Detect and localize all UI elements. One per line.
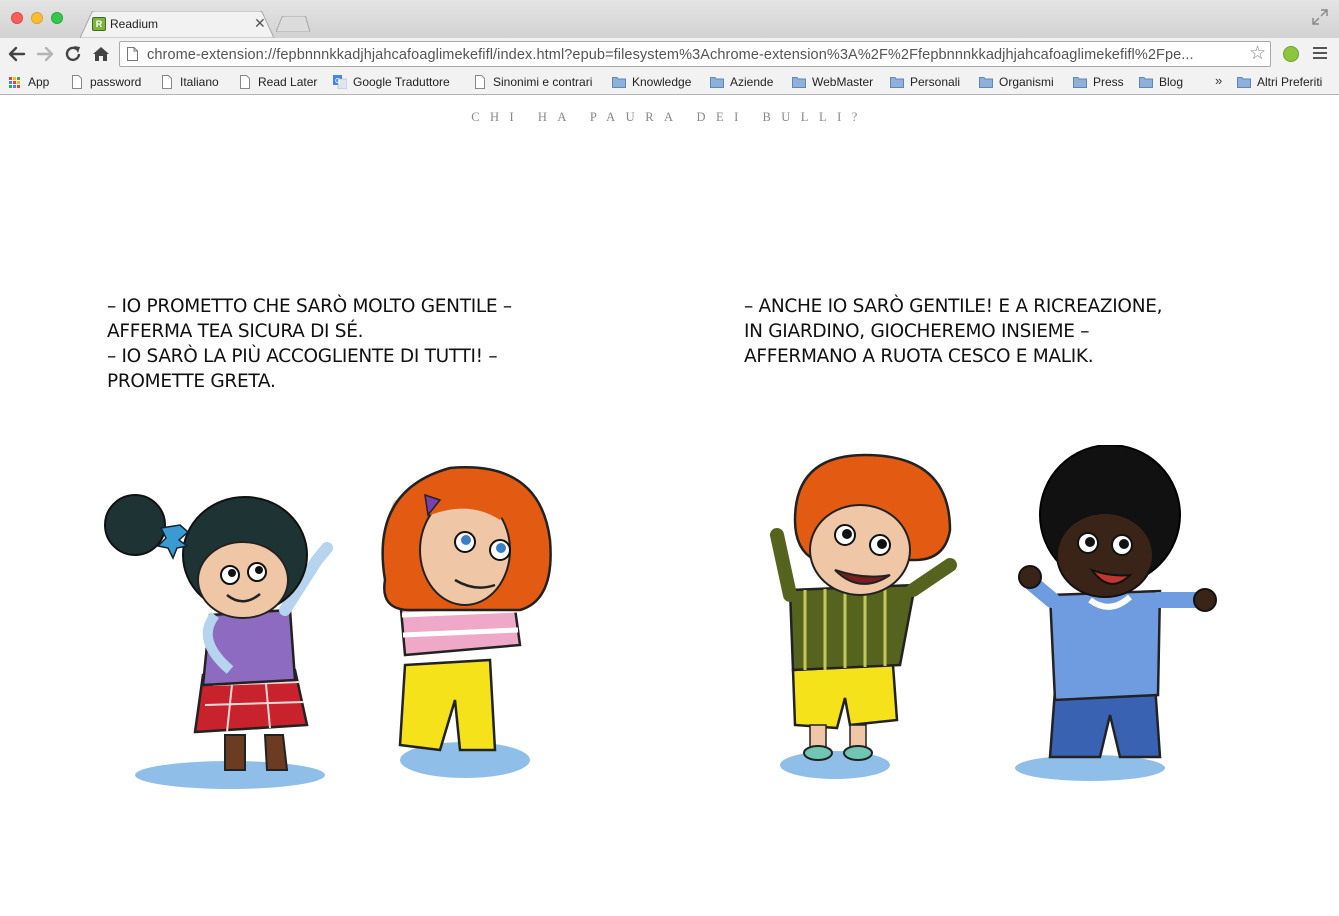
maximize-window-button[interactable]	[51, 12, 63, 24]
text-line: – IO SARÒ LA PIÙ ACCOGLIENTE DI TUTTI! –	[107, 346, 498, 367]
illustration-greta	[381, 466, 552, 778]
folder-icon	[792, 77, 806, 88]
menu-icon[interactable]	[1313, 47, 1327, 60]
bookmark-altri-preferiti[interactable]: Altri Preferiti	[1237, 74, 1322, 90]
page-icon	[240, 75, 250, 89]
page-icon	[162, 75, 172, 89]
bookmark-label: Press	[1093, 75, 1124, 89]
folder-icon	[1073, 77, 1087, 88]
bookmark-label: Personali	[910, 75, 961, 89]
folder-icon	[612, 77, 626, 88]
right-page-text: – ANCHE IO SARÒ GENTILE! E A RICREAZIONE…	[744, 294, 1264, 369]
google-translate-icon: G	[333, 75, 347, 89]
bookmark-organismi[interactable]: Organismi	[979, 74, 1054, 90]
bookmark-label: Sinonimi e contrari	[493, 75, 593, 89]
bookmark-personali[interactable]: Personali	[890, 74, 960, 90]
illustration-tea	[104, 494, 333, 789]
address-bar[interactable]: chrome-extension://fepbnnnkkadjhjahcafoa…	[119, 41, 1271, 67]
text-line: AFFERMANO A RUOTA CESCO E MALIK.	[744, 346, 1094, 367]
apps-grid-icon	[9, 76, 20, 88]
folder-icon	[890, 77, 904, 88]
bookmark-label: Altri Preferiti	[1257, 75, 1323, 89]
bookmark-sinonimi[interactable]: Sinonimi e contrari	[473, 74, 592, 90]
bookmark-label: WebMaster	[812, 75, 874, 89]
text-line: IN GIARDINO, GIOCHEREMO INSIEME –	[744, 321, 1090, 342]
bookmark-label: Knowledge	[632, 75, 692, 89]
left-page-text: – IO PROMETTO CHE SARÒ MOLTO GENTILE – A…	[107, 294, 667, 394]
tab-readium[interactable]: R Readium ✕	[80, 11, 274, 38]
fullscreen-icon[interactable]	[1312, 9, 1328, 25]
bookmarks-bar: App password Italiano Read Later G Googl…	[0, 70, 1339, 95]
bookmark-star-icon[interactable]: ☆	[1249, 43, 1266, 65]
illustration-cesco	[770, 453, 957, 779]
url-text[interactable]: chrome-extension://fepbnnnkkadjhjahcafoa…	[147, 47, 1242, 63]
minimize-window-button[interactable]	[31, 12, 43, 24]
bookmark-label: Blog	[1159, 75, 1184, 89]
bookmark-label: App	[28, 75, 50, 89]
home-icon[interactable]	[91, 44, 111, 64]
text-line: PROMETTE GRETA.	[107, 371, 276, 392]
text-line: – IO PROMETTO CHE SARÒ MOLTO GENTILE –	[107, 296, 512, 317]
page-icon	[127, 47, 138, 61]
extension-icon[interactable]	[1283, 46, 1299, 62]
new-tab-button[interactable]	[276, 16, 310, 32]
folder-icon	[1237, 77, 1251, 88]
page-icon	[475, 75, 485, 89]
tab-strip: R Readium ✕	[0, 0, 1339, 38]
bookmarks-overflow-button[interactable]: »	[1215, 73, 1222, 88]
bookmark-label: Italiano	[180, 75, 219, 89]
bookmark-label: Read Later	[258, 75, 318, 89]
folder-icon	[1139, 77, 1153, 88]
bookmark-label: Google Traduttore	[353, 75, 450, 89]
toolbar: chrome-extension://fepbnnnkkadjhjahcafoa…	[0, 38, 1339, 70]
bookmark-google-traduttore[interactable]: G Google Traduttore	[333, 74, 450, 90]
bookmark-label: password	[90, 75, 142, 89]
tab-title: Readium	[110, 17, 159, 31]
bookmark-read-later[interactable]: Read Later	[238, 74, 317, 90]
svg-text:G: G	[335, 78, 340, 85]
readium-favicon-icon: R	[92, 17, 106, 31]
bookmark-label: Aziende	[730, 75, 774, 89]
book-title: CHI HA PAURA DEI BULLI?	[471, 110, 868, 124]
forward-icon[interactable]	[35, 44, 55, 64]
bookmark-knowledge[interactable]: Knowledge	[612, 74, 691, 90]
bookmark-press[interactable]: Press	[1073, 74, 1124, 90]
text-line: AFFERMA TEA SICURA DI SÉ.	[107, 321, 364, 342]
bookmark-blog[interactable]: Blog	[1139, 74, 1183, 90]
back-icon[interactable]	[7, 44, 27, 64]
tab-close-icon[interactable]: ✕	[254, 15, 266, 31]
reload-icon[interactable]	[63, 44, 83, 64]
illustration-malik	[1015, 445, 1217, 781]
page-icon	[72, 75, 82, 89]
close-window-button[interactable]	[11, 12, 23, 24]
bookmark-aziende[interactable]: Aziende	[710, 74, 773, 90]
folder-icon	[979, 77, 993, 88]
bookmark-app[interactable]: App	[9, 74, 49, 90]
folder-icon	[710, 77, 724, 88]
bookmark-label: Organismi	[999, 75, 1054, 89]
bookmark-italiano[interactable]: Italiano	[160, 74, 219, 90]
bookmark-password[interactable]: password	[70, 74, 141, 90]
text-line: – ANCHE IO SARÒ GENTILE! E A RICREAZIONE…	[744, 296, 1163, 317]
bookmark-webmaster[interactable]: WebMaster	[792, 74, 873, 90]
